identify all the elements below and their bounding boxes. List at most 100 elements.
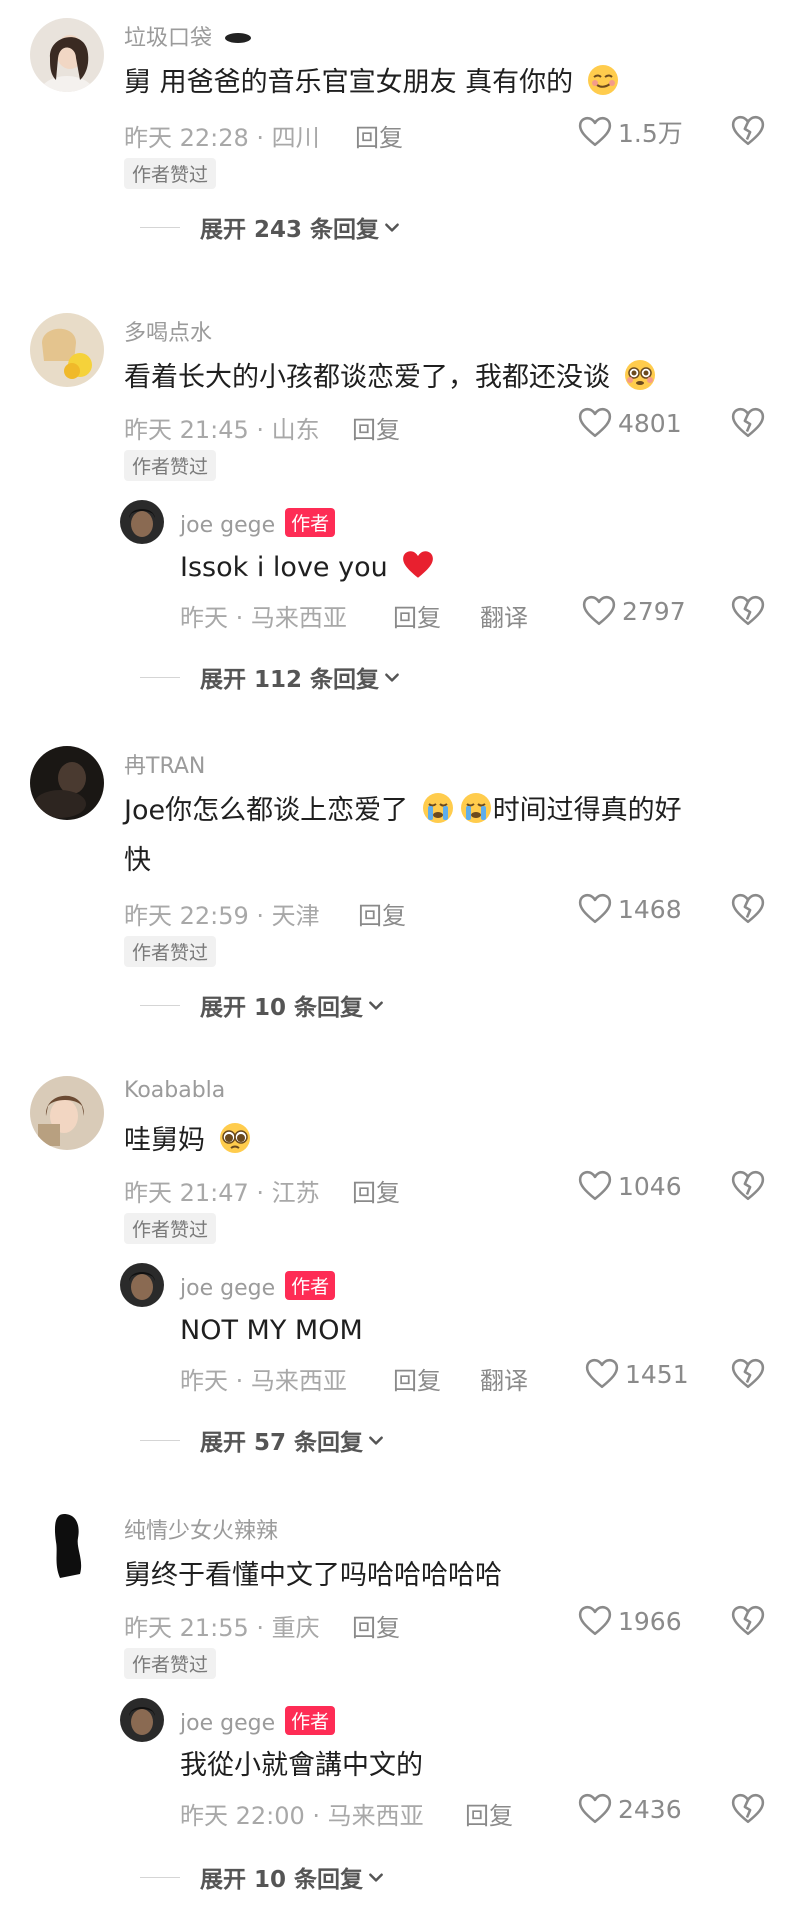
expand-replies-button[interactable]: 展开 10 条回复 xyxy=(140,1860,385,1894)
reply-button[interactable]: 回复 xyxy=(358,896,406,931)
reply-button[interactable]: 回复 xyxy=(352,410,400,445)
reply-username[interactable]: joe gege 作者 xyxy=(180,508,336,538)
dislike-button[interactable] xyxy=(731,1169,765,1207)
divider xyxy=(140,1876,180,1878)
like-count: 1451 xyxy=(625,1359,689,1389)
pleading-emoji-icon xyxy=(218,1121,252,1172)
sticker-icon xyxy=(225,33,252,43)
divider xyxy=(140,1004,180,1006)
username[interactable]: 多喝点水 xyxy=(124,315,212,347)
comment-5: 纯情少女火辣辣 舅终于看懂中文了吗哈哈哈哈哈 昨天 21:55 · 重庆 回复 … xyxy=(0,1508,800,1921)
like-button[interactable]: 1046 xyxy=(578,1169,682,1203)
comment-4: Koababla 哇舅妈 昨天 21:47 · 江苏 回复 1046 作者赞过 … xyxy=(0,1073,800,1473)
avatar[interactable] xyxy=(30,313,104,387)
reply-meta: 昨天 22:00 · 马来西亚 xyxy=(180,1802,424,1830)
username[interactable]: 纯情少女火辣辣 xyxy=(124,1513,278,1545)
dislike-button[interactable] xyxy=(731,1357,765,1395)
like-count: 1046 xyxy=(618,1171,682,1201)
dislike-button[interactable] xyxy=(731,1604,765,1642)
heart-icon xyxy=(578,406,612,440)
username[interactable]: 垃圾口袋 xyxy=(124,20,252,52)
like-button[interactable]: 2797 xyxy=(582,594,686,628)
broken-heart-icon xyxy=(731,1604,765,1638)
author-tag: 作者 xyxy=(285,508,336,537)
reply-text: 我從小就會講中文的 xyxy=(180,1750,423,1781)
reply-meta: 昨天 · 马来西亚 xyxy=(180,604,347,632)
expand-replies-button[interactable]: 展开 10 条回复 xyxy=(140,988,385,1022)
reply-button[interactable]: 回复 xyxy=(393,1361,441,1396)
comment-meta: 昨天 21:45 · 山东 xyxy=(124,416,320,444)
like-button[interactable]: 1.5万 xyxy=(578,114,683,150)
reply-button[interactable]: 回复 xyxy=(355,118,403,153)
heart-icon xyxy=(578,1604,612,1638)
like-count: 4801 xyxy=(618,408,682,438)
dislike-button[interactable] xyxy=(731,892,765,930)
dislike-button[interactable] xyxy=(731,406,765,444)
like-count: 1468 xyxy=(618,894,682,924)
username[interactable]: 冉TRAN xyxy=(124,748,205,780)
expand-replies-button[interactable]: 展开 243 条回复 xyxy=(140,210,401,244)
translate-button[interactable]: 翻译 xyxy=(480,598,528,633)
comment-text: 舅 用爸爸的音乐官宣女朋友 真有你的 xyxy=(124,58,620,114)
like-button[interactable]: 1468 xyxy=(578,892,682,926)
reply-username[interactable]: joe gege 作者 xyxy=(180,1271,336,1301)
author-liked-badge: 作者赞过 xyxy=(124,1648,217,1679)
comment-meta: 昨天 21:55 · 重庆 xyxy=(124,1614,320,1642)
reply-username[interactable]: joe gege 作者 xyxy=(180,1706,336,1736)
comment-text: Joe你怎么都谈上恋爱了 时间过得真的好 xyxy=(124,786,682,842)
reply-button[interactable]: 回复 xyxy=(465,1796,513,1831)
reply-avatar[interactable] xyxy=(120,1698,164,1742)
avatar[interactable] xyxy=(30,18,104,92)
divider xyxy=(140,226,180,228)
like-count: 2797 xyxy=(622,596,686,626)
broken-heart-icon xyxy=(731,406,765,440)
divider xyxy=(140,1439,180,1441)
comment-text: 舅终于看懂中文了吗哈哈哈哈哈 xyxy=(124,1560,502,1591)
heart-icon xyxy=(578,115,612,149)
chevron-down-icon xyxy=(383,668,401,686)
reply-avatar[interactable] xyxy=(120,1263,164,1307)
comment-3: 冉TRAN Joe你怎么都谈上恋爱了 时间过得真的好 快 昨天 22:59 · … xyxy=(0,738,800,1038)
divider xyxy=(140,676,180,678)
red-heart-emoji-icon xyxy=(400,548,436,599)
expand-replies-button[interactable]: 展开 112 条回复 xyxy=(140,660,401,694)
username[interactable]: Koababla xyxy=(124,1078,225,1103)
reply-button[interactable]: 回复 xyxy=(352,1608,400,1643)
dislike-button[interactable] xyxy=(731,594,765,632)
reply-avatar[interactable] xyxy=(120,500,164,544)
broken-heart-icon xyxy=(731,892,765,926)
chevron-down-icon xyxy=(367,1868,385,1886)
author-liked-badge: 作者赞过 xyxy=(124,936,217,967)
like-button[interactable]: 1966 xyxy=(578,1604,682,1638)
like-button[interactable]: 1451 xyxy=(585,1357,689,1391)
like-count: 1966 xyxy=(618,1606,682,1636)
like-count: 2436 xyxy=(618,1794,682,1824)
reply-text: Issok i love you xyxy=(180,543,436,599)
comment-text: 看着长大的小孩都谈恋爱了，我都还没谈 xyxy=(124,353,657,409)
heart-icon xyxy=(578,1169,612,1203)
avatar[interactable] xyxy=(30,746,104,820)
avatar[interactable] xyxy=(30,1508,104,1582)
expand-replies-button[interactable]: 展开 57 条回复 xyxy=(140,1423,385,1457)
avatar[interactable] xyxy=(30,1076,104,1150)
reply-button[interactable]: 回复 xyxy=(352,1173,400,1208)
like-button[interactable]: 4801 xyxy=(578,406,682,440)
author-liked-badge: 作者赞过 xyxy=(124,158,217,189)
broken-heart-icon xyxy=(731,1357,765,1391)
broken-heart-icon xyxy=(731,594,765,628)
comment-text-line2: 快 xyxy=(124,845,151,876)
broken-heart-icon xyxy=(731,114,765,148)
heart-icon xyxy=(585,1357,619,1391)
broken-heart-icon xyxy=(731,1169,765,1203)
crying-emoji-icon xyxy=(459,791,493,842)
like-button[interactable]: 2436 xyxy=(578,1792,682,1826)
translate-button[interactable]: 翻译 xyxy=(480,1361,528,1396)
heart-icon xyxy=(578,1792,612,1826)
reply-button[interactable]: 回复 xyxy=(393,598,441,633)
dislike-button[interactable] xyxy=(731,1792,765,1830)
comment-meta: 昨天 21:47 · 江苏 xyxy=(124,1179,320,1207)
author-liked-badge: 作者赞过 xyxy=(124,450,217,481)
dislike-button[interactable] xyxy=(731,114,765,152)
author-liked-badge: 作者赞过 xyxy=(124,1213,217,1244)
heart-icon xyxy=(582,594,616,628)
